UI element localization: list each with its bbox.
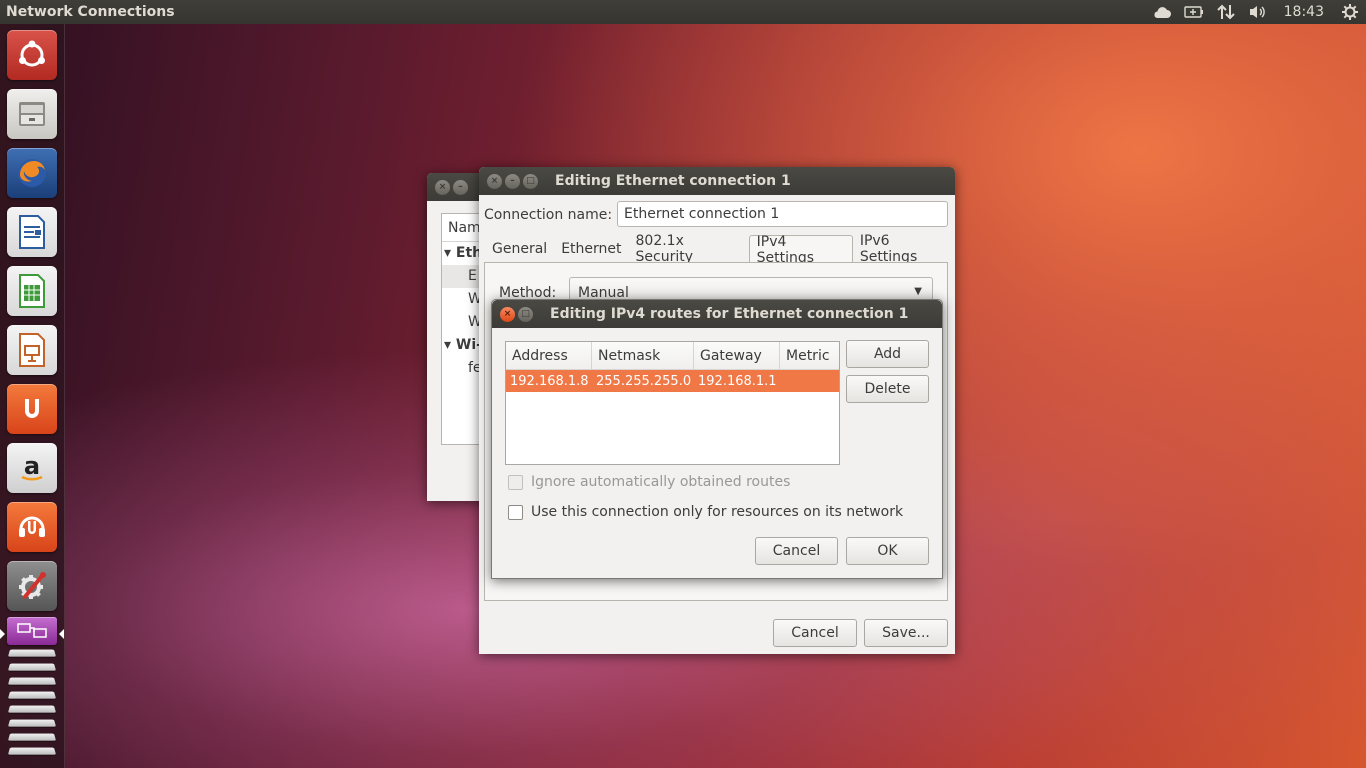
- launcher-stack-plate[interactable]: [7, 677, 57, 685]
- cell-address[interactable]: 192.168.1.8: [506, 370, 592, 392]
- ok-button[interactable]: OK: [846, 537, 929, 565]
- launcher-stack-plate[interactable]: [7, 747, 57, 755]
- column-address[interactable]: Address: [506, 342, 592, 369]
- tab-8021x-security[interactable]: 802.1x Security: [629, 233, 749, 265]
- connection-name-field[interactable]: Ethernet connection 1: [617, 201, 948, 227]
- cancel-button[interactable]: Cancel: [773, 619, 857, 647]
- ubuntu-one-music-icon[interactable]: [7, 502, 57, 552]
- column-gateway[interactable]: Gateway: [694, 342, 780, 369]
- checkbox-label: Use this connection only for resources o…: [531, 504, 904, 520]
- libreoffice-calc-icon[interactable]: [7, 266, 57, 316]
- titlebar: × □ Editing IPv4 routes for Ethernet con…: [492, 300, 942, 328]
- tab-ethernet[interactable]: Ethernet: [554, 235, 628, 263]
- dialog-title: Editing IPv4 routes for Ethernet connect…: [550, 306, 909, 322]
- minimize-icon[interactable]: –: [505, 173, 520, 189]
- maximize-icon[interactable]: □: [523, 173, 538, 189]
- add-button[interactable]: Add: [846, 340, 929, 368]
- system-settings-icon[interactable]: [7, 561, 57, 611]
- routes-table: Address Netmask Gateway Metric 192.168.1…: [505, 341, 840, 465]
- tab-general[interactable]: General: [485, 235, 554, 263]
- gear-icon[interactable]: [1334, 0, 1366, 24]
- maximize-icon[interactable]: □: [518, 306, 533, 322]
- tab-ipv6-settings[interactable]: IPv6 Settings: [853, 233, 955, 265]
- network-updown-icon[interactable]: [1210, 0, 1242, 24]
- cell-gateway[interactable]: 192.168.1.1: [694, 370, 780, 392]
- launcher: a: [0, 24, 65, 768]
- files-icon[interactable]: [7, 89, 57, 139]
- ubuntu-dash-icon[interactable]: [7, 30, 57, 80]
- cell-netmask[interactable]: 255.255.255.0: [592, 370, 694, 392]
- network-connections-icon[interactable]: [7, 617, 57, 645]
- focus-indicator-icon: [59, 629, 64, 639]
- column-metric[interactable]: Metric: [780, 342, 839, 369]
- launcher-stack-plate[interactable]: [7, 691, 57, 699]
- app-title: Network Connections: [6, 4, 175, 20]
- cancel-button[interactable]: Cancel: [755, 537, 838, 565]
- table-header: Address Netmask Gateway Metric: [506, 342, 839, 370]
- minimize-icon[interactable]: –: [453, 179, 468, 195]
- amazon-icon[interactable]: a: [7, 443, 57, 493]
- libreoffice-writer-icon[interactable]: [7, 207, 57, 257]
- clock[interactable]: 18:43: [1274, 4, 1334, 20]
- use-only-network-checkbox[interactable]: Use this connection only for resources o…: [508, 504, 903, 520]
- launcher-stack-plate[interactable]: [7, 705, 57, 713]
- volume-icon[interactable]: [1242, 0, 1274, 24]
- cell-metric[interactable]: [780, 370, 839, 392]
- tab-bar: General Ethernet 802.1x Security IPv4 Se…: [485, 233, 955, 266]
- system-tray: 18:43: [1146, 0, 1366, 24]
- delete-button[interactable]: Delete: [846, 375, 929, 403]
- save-button[interactable]: Save...: [864, 619, 948, 647]
- checkbox-label: Ignore automatically obtained routes: [531, 474, 791, 490]
- connection-name-label: Connection name:: [484, 207, 613, 223]
- column-netmask[interactable]: Netmask: [592, 342, 694, 369]
- ignore-routes-checkbox[interactable]: Ignore automatically obtained routes: [508, 474, 790, 490]
- launcher-stack-plate[interactable]: [7, 649, 57, 657]
- top-panel: Network Connections 18:43: [0, 0, 1366, 24]
- ipv4-routes-dialog: × □ Editing IPv4 routes for Ethernet con…: [491, 299, 943, 579]
- chevron-down-icon: ▼: [914, 286, 922, 297]
- window-title: Editing Ethernet connection 1: [555, 173, 791, 189]
- launcher-stack-plate[interactable]: [7, 733, 57, 741]
- checkbox-box: [508, 474, 523, 490]
- libreoffice-impress-icon[interactable]: [7, 325, 57, 375]
- launcher-stack-plate[interactable]: [7, 663, 57, 671]
- battery-icon[interactable]: [1178, 0, 1210, 24]
- cloud-icon[interactable]: [1146, 0, 1178, 24]
- svg-text:a: a: [24, 452, 40, 480]
- close-icon[interactable]: ×: [435, 179, 450, 195]
- tab-ipv4-settings[interactable]: IPv4 Settings: [748, 234, 853, 266]
- close-icon[interactable]: ×: [487, 173, 502, 189]
- firefox-icon[interactable]: [7, 148, 57, 198]
- launcher-stack-plate[interactable]: [7, 719, 57, 727]
- active-indicator-icon: [0, 629, 5, 639]
- titlebar: × – □ Editing Ethernet connection 1: [479, 167, 955, 195]
- close-icon[interactable]: ×: [500, 306, 515, 322]
- checkbox-box: [508, 504, 523, 520]
- ubuntu-software-center-icon[interactable]: [7, 384, 57, 434]
- table-row[interactable]: 192.168.1.8 255.255.255.0 192.168.1.1: [506, 370, 839, 392]
